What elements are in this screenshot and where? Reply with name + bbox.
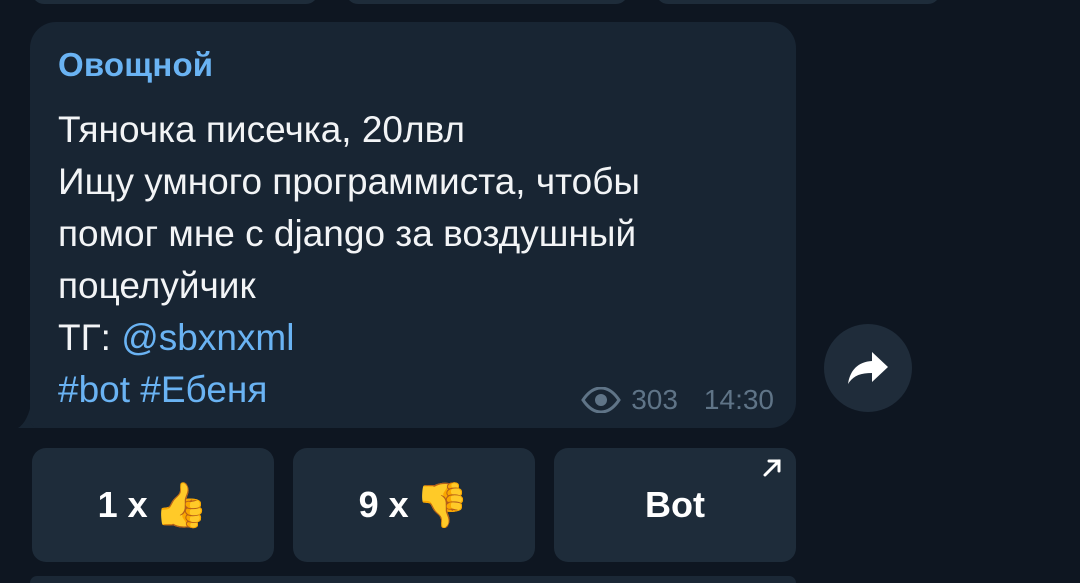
thumbs-up-icon: 👍: [153, 481, 209, 530]
like-button[interactable]: 1 x 👍: [32, 448, 274, 562]
bot-link-button[interactable]: Bot: [554, 448, 796, 562]
next-message-edge: [30, 576, 796, 583]
chat-screen: Овощной Тяночка писечка, 20лвл Ищу умног…: [0, 0, 1080, 583]
hashtag-link[interactable]: #bot: [58, 369, 130, 410]
message-meta: 303 14:30: [581, 384, 774, 416]
dislike-count-label: 9 x: [358, 484, 409, 525]
forward-arrow-icon: [848, 352, 888, 384]
contact-line: ТГ: @sbxnxml: [58, 312, 788, 364]
previous-keyboard-button[interactable]: [346, 0, 628, 4]
previous-keyboard-button[interactable]: [32, 0, 318, 4]
message-time: 14:30: [703, 384, 774, 415]
eye-icon: [581, 387, 622, 413]
bot-button-label: Bot: [645, 484, 705, 525]
contact-prefix: ТГ:: [58, 317, 122, 358]
message-line: поцелуйчик: [58, 265, 256, 306]
like-count-label: 1 x: [97, 484, 148, 525]
view-count: 303: [631, 384, 678, 415]
external-link-arrow-icon: [763, 459, 781, 477]
forward-button[interactable]: [824, 324, 912, 412]
message-line: помог мне с django за воздушный: [58, 213, 637, 254]
thumbs-down-icon: 👎: [414, 481, 470, 530]
dislike-button[interactable]: 9 x 👎: [293, 448, 535, 562]
previous-keyboard-button[interactable]: [656, 0, 940, 4]
message-line: Тяночка писечка, 20лвл: [58, 109, 465, 150]
message-author[interactable]: Овощной: [58, 46, 213, 84]
contact-handle-link[interactable]: @sbxnxml: [121, 317, 294, 358]
hashtag-link[interactable]: #Ебеня: [140, 369, 267, 410]
message-line: Ищу умного программиста, чтобы: [58, 161, 641, 202]
message-bubble[interactable]: Овощной Тяночка писечка, 20лвл Ищу умног…: [30, 22, 796, 428]
message-text: Тяночка писечка, 20лвл Ищу умного програ…: [58, 104, 788, 416]
